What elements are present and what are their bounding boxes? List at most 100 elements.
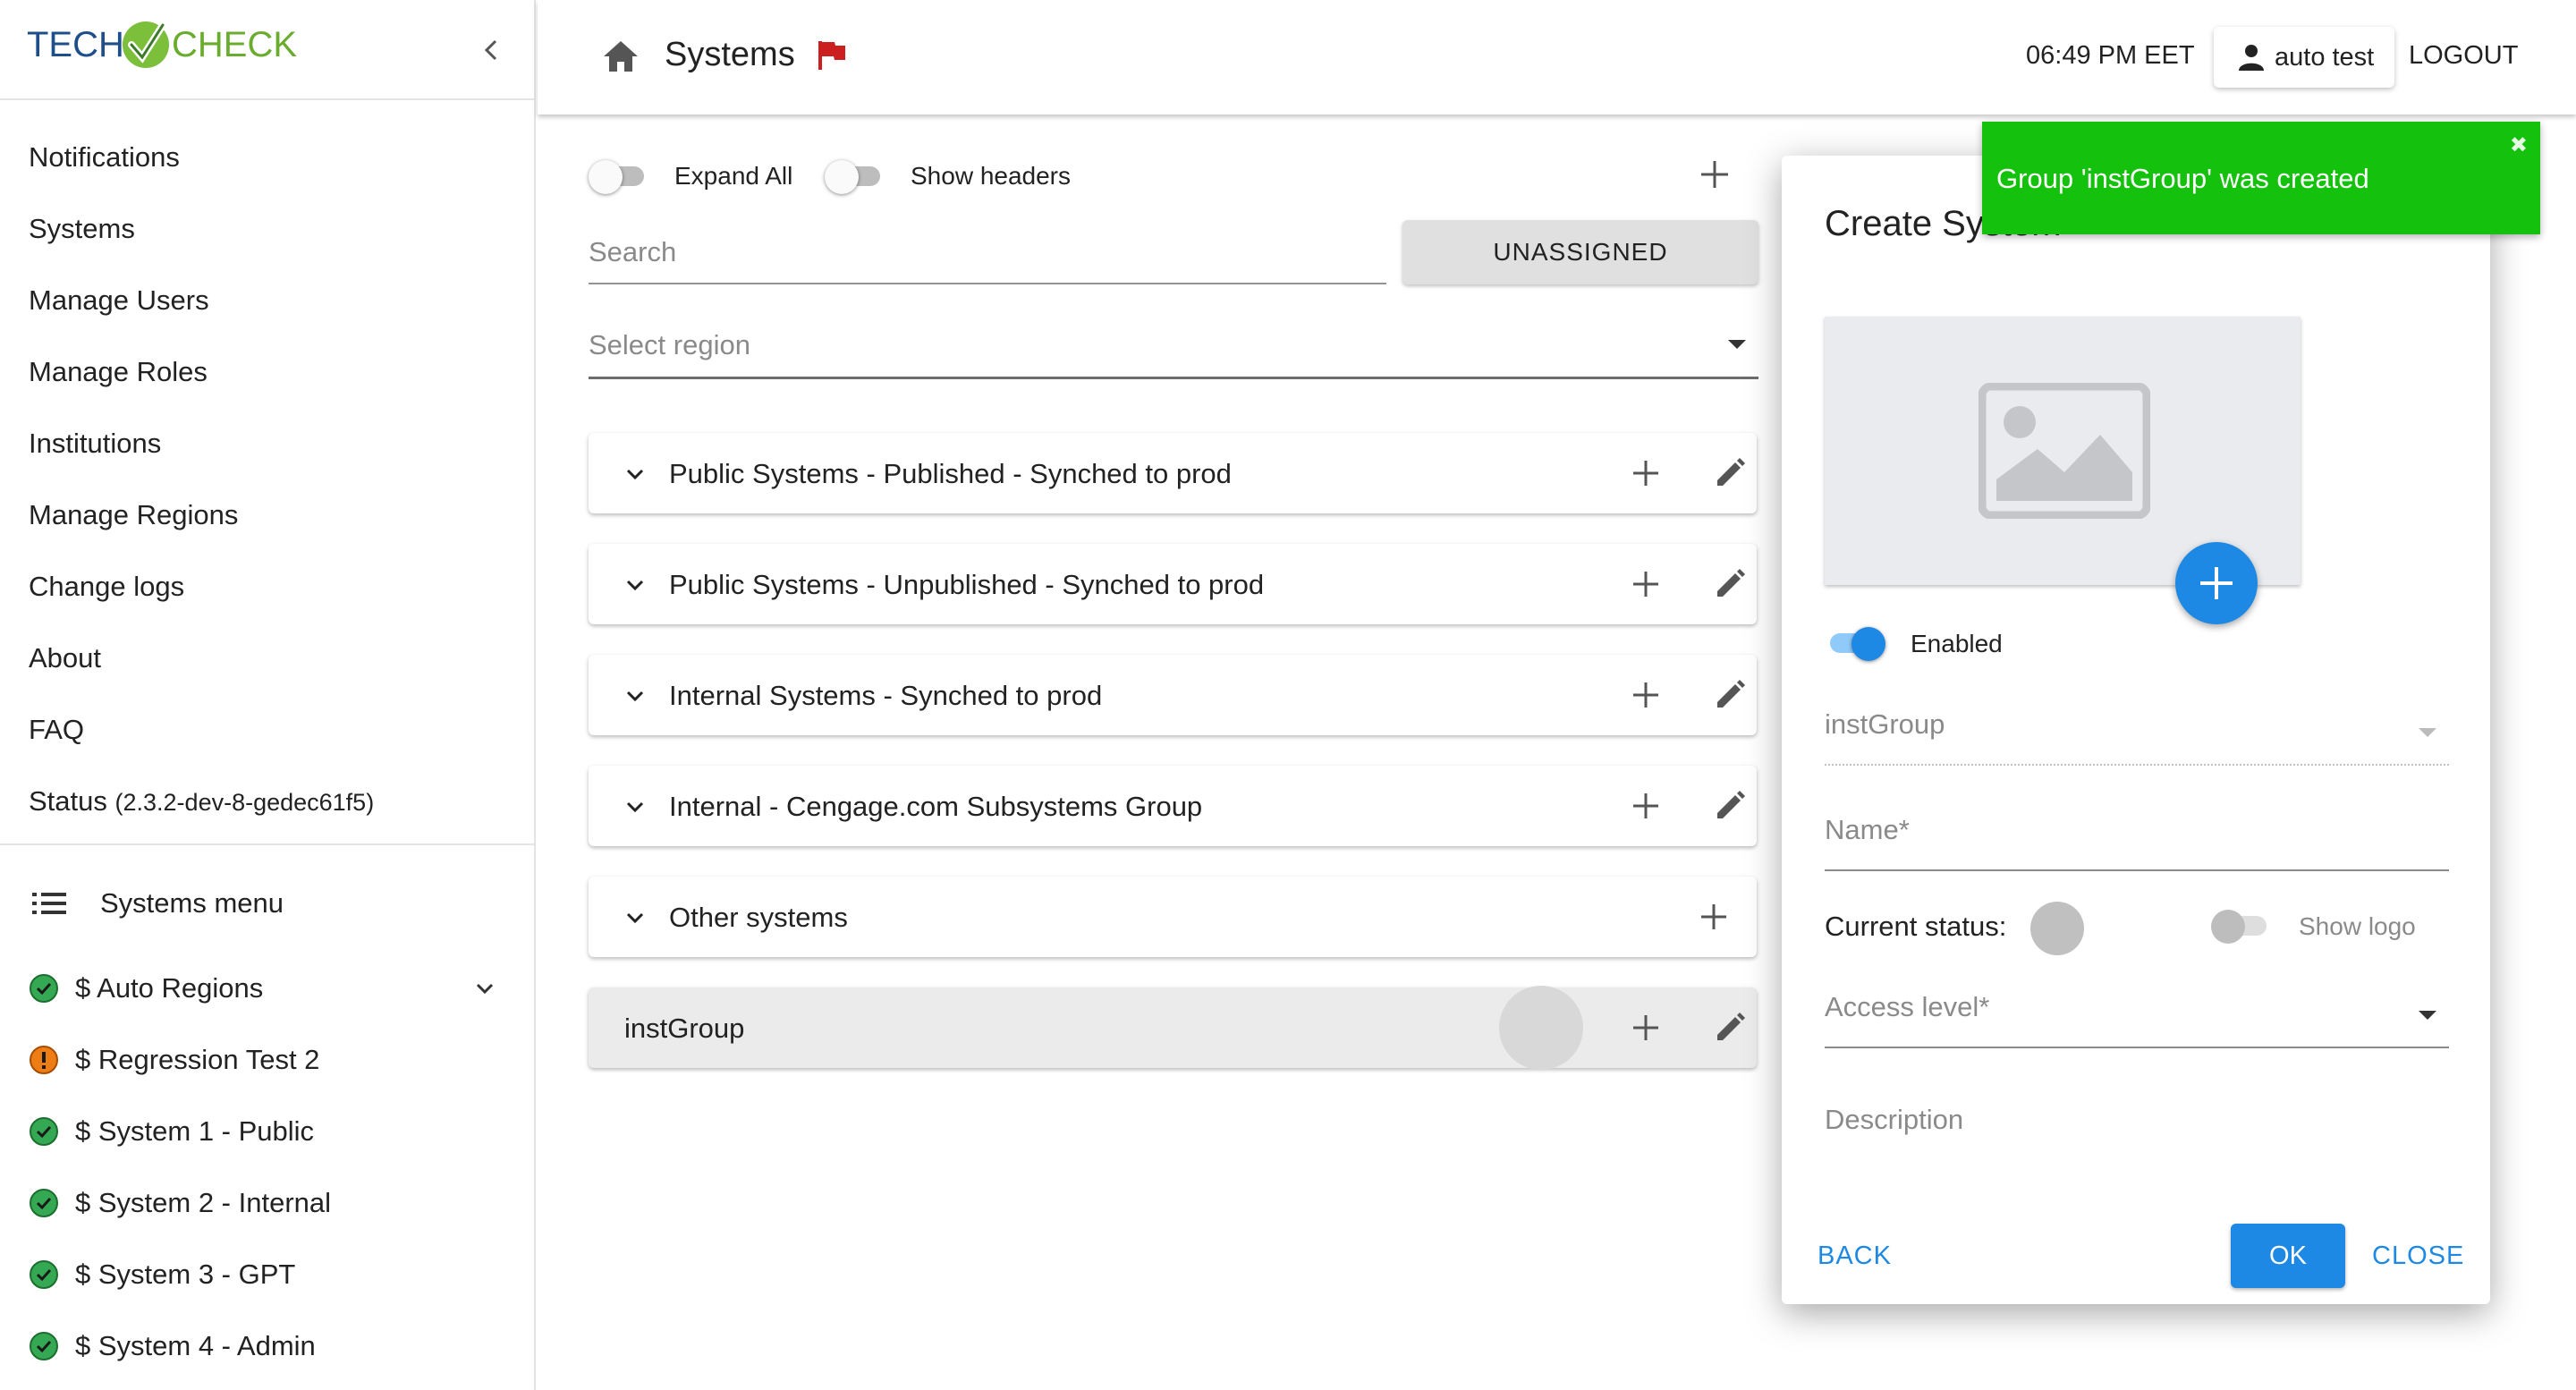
- group-row[interactable]: Internal - Cengage.com Subsystems Group: [589, 766, 1825, 846]
- chevron-down-icon: [626, 580, 644, 591]
- expand-all-toggle[interactable]: [589, 159, 648, 194]
- system-item[interactable]: $ System 2 - Internal: [0, 1167, 536, 1239]
- show-logo-toggle[interactable]: [2211, 909, 2270, 944]
- edit-pencil-icon[interactable]: [1712, 677, 1748, 713]
- user-name: auto test: [2275, 43, 2375, 72]
- nav-item-institutions[interactable]: Institutions: [0, 408, 534, 479]
- group-row[interactable]: Other systems: [589, 877, 1757, 957]
- unassigned-button[interactable]: UNASSIGNED: [1402, 220, 1758, 284]
- systems-menu-header[interactable]: Systems menu: [0, 868, 536, 939]
- add-icon[interactable]: [1628, 566, 1664, 602]
- nav-item-notifications[interactable]: Notifications: [0, 122, 534, 193]
- system-item[interactable]: $ Auto Regions: [0, 953, 536, 1024]
- system-label: $ Regression Test 2: [75, 1044, 320, 1075]
- system-label: $ Auto Regions: [75, 972, 264, 1004]
- clock-text: 06:49 PM EET: [2026, 41, 2195, 70]
- add-icon[interactable]: [1628, 788, 1664, 824]
- description-input[interactable]: Description: [1825, 1104, 1963, 1136]
- logo-row: TECH CHECK: [0, 0, 534, 100]
- name-input[interactable]: Name*: [1825, 814, 2449, 871]
- group-row[interactable]: Public Systems - Published - Synched to …: [589, 433, 1825, 513]
- enabled-label: Enabled: [1911, 630, 2003, 657]
- image-placeholder-icon: [1979, 383, 2150, 519]
- chevron-down-icon: [626, 801, 644, 813]
- top-header: Systems 06:49 PM EET auto test LOGOUT: [538, 0, 2576, 114]
- flag-icon[interactable]: [817, 39, 847, 72]
- system-item[interactable]: $ Regression Test 2: [0, 1024, 536, 1096]
- search-input[interactable]: Search: [589, 231, 1386, 284]
- techcheck-logo: TECH CHECK: [27, 18, 313, 73]
- system-item[interactable]: $ System 1 - Public: [0, 1096, 536, 1167]
- add-icon[interactable]: [1628, 1010, 1664, 1046]
- current-status-indicator[interactable]: [2030, 902, 2084, 955]
- success-toast: Group 'instGroup' was created ✖: [1982, 122, 2540, 234]
- close-button[interactable]: CLOSE: [2372, 1242, 2464, 1271]
- nav-item-faq[interactable]: FAQ: [0, 694, 534, 766]
- group-select-value: instGroup: [1825, 708, 1945, 740]
- page-title: Systems: [665, 36, 795, 73]
- add-icon[interactable]: [1628, 677, 1664, 713]
- show-logo-label: Show logo: [2299, 912, 2416, 940]
- nav-item-change-logs[interactable]: Change logs: [0, 551, 534, 623]
- group-row[interactable]: Public Systems - Unpublished - Synched t…: [589, 544, 1825, 624]
- nav-item-status[interactable]: Status (2.3.2-dev-8-gedec61f5): [0, 766, 534, 837]
- svg-text:CHECK: CHECK: [172, 25, 297, 64]
- expand-all-label: Expand All: [674, 162, 793, 190]
- toast-message: Group 'instGroup' was created: [1996, 163, 2369, 194]
- toast-close-icon[interactable]: ✖: [2510, 132, 2528, 158]
- plus-icon: [2200, 567, 2233, 599]
- group-name: Internal Systems - Synched to prod: [669, 680, 1103, 711]
- show-headers-label: Show headers: [911, 162, 1072, 190]
- ok-button[interactable]: OK: [2231, 1224, 2345, 1288]
- nav-item-about[interactable]: About: [0, 623, 534, 694]
- group-name: Public Systems - Published - Synched to …: [669, 458, 1232, 489]
- hover-ripple: [1499, 986, 1583, 1070]
- access-level-select[interactable]: Access level*: [1825, 991, 2449, 1048]
- group-name: Internal - Cengage.com Subsystems Group: [669, 791, 1203, 822]
- home-icon[interactable]: [602, 39, 640, 73]
- version-text: (2.3.2-dev-8-gedec61f5): [114, 789, 375, 816]
- system-label: $ System 3 - GPT: [75, 1259, 296, 1290]
- add-image-button[interactable]: [2175, 542, 2258, 624]
- chevron-down-icon: [476, 983, 494, 995]
- enabled-toggle[interactable]: [1825, 626, 1885, 661]
- system-label: $ System 1 - Public: [75, 1115, 315, 1147]
- add-icon[interactable]: [1696, 899, 1732, 935]
- status-ok-icon: [30, 1117, 58, 1146]
- dropdown-arrow-icon: [2419, 728, 2436, 737]
- add-group-icon[interactable]: [1698, 157, 1732, 191]
- list-icon: [32, 893, 66, 914]
- region-select[interactable]: Select region: [589, 324, 1758, 379]
- edit-pencil-icon[interactable]: [1712, 1010, 1748, 1046]
- group-name: Public Systems - Unpublished - Synched t…: [669, 569, 1265, 600]
- system-item[interactable]: $ System 4 - Admin: [0, 1310, 536, 1382]
- nav-item-manage-regions[interactable]: Manage Regions: [0, 479, 534, 551]
- person-icon: [2239, 45, 2264, 71]
- status-ok-icon: [30, 1189, 58, 1217]
- sidebar-divider: [0, 843, 536, 845]
- add-icon[interactable]: [1628, 455, 1664, 491]
- status-ok-icon: [30, 1332, 58, 1360]
- status-warning-icon: [30, 1046, 58, 1074]
- dropdown-arrow-icon: [2419, 1011, 2436, 1020]
- nav-item-manage-users[interactable]: Manage Users: [0, 265, 534, 336]
- edit-pencil-icon[interactable]: [1712, 566, 1748, 602]
- group-row[interactable]: Internal Systems - Synched to prod: [589, 655, 1825, 735]
- system-label: $ System 4 - Admin: [75, 1330, 316, 1361]
- nav-item-manage-roles[interactable]: Manage Roles: [0, 336, 534, 408]
- group-row[interactable]: instGroup: [589, 986, 1825, 1070]
- chevron-down-icon: [626, 691, 644, 702]
- collapse-sidebar-button[interactable]: [474, 32, 510, 68]
- user-menu-button[interactable]: auto test: [2214, 27, 2394, 88]
- edit-pencil-icon[interactable]: [1712, 788, 1748, 824]
- logout-button[interactable]: LOGOUT: [2409, 41, 2518, 71]
- system-item[interactable]: $ System 3 - GPT: [0, 1239, 536, 1310]
- show-headers-toggle[interactable]: [825, 159, 884, 194]
- system-label: $ System 2 - Internal: [75, 1187, 332, 1218]
- back-button[interactable]: BACK: [1818, 1242, 1892, 1271]
- nav-item-systems[interactable]: Systems: [0, 193, 534, 265]
- group-name: Other systems: [669, 902, 848, 933]
- edit-pencil-icon[interactable]: [1712, 455, 1748, 491]
- chevron-down-icon: [626, 912, 644, 924]
- group-name: instGroup: [624, 1013, 745, 1044]
